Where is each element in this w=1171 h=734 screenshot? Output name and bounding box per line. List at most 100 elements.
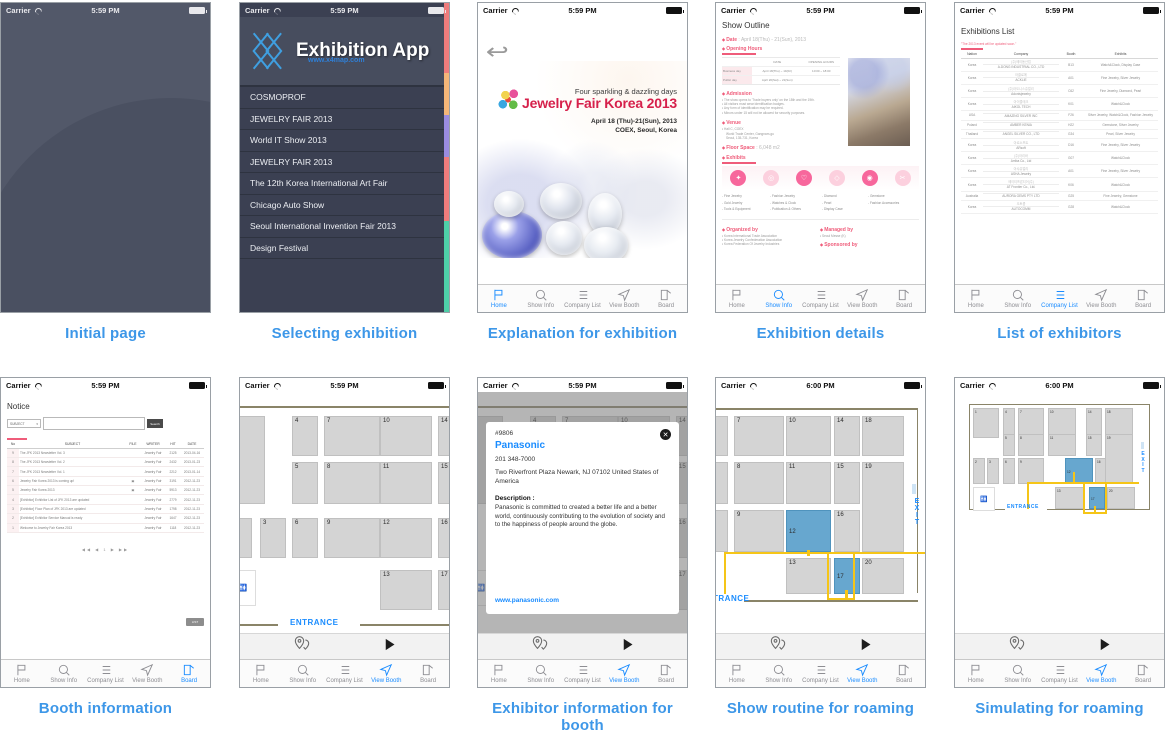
tab-view-booth[interactable]: View Booth: [603, 660, 645, 687]
booth-cell[interactable]: 1: [973, 408, 999, 438]
cell-subject[interactable]: The JFK 2013 Newsletter Vol. 2: [19, 457, 126, 468]
tab-view-booth[interactable]: View Booth: [1080, 660, 1122, 687]
map-pin-icon[interactable]: [530, 635, 550, 660]
booth-cell-selected[interactable]: 12: [786, 510, 831, 552]
booth-cell[interactable]: 16: [834, 510, 860, 552]
cell-subject[interactable]: Jewelry Fair Korea 2013: [19, 485, 126, 496]
booth-cell[interactable]: 10: [380, 416, 432, 456]
list-button[interactable]: LIST: [186, 618, 204, 626]
booth-cell[interactable]: 3: [260, 518, 286, 558]
list-item[interactable]: Design Festival: [240, 237, 449, 259]
booth-cell[interactable]: 11: [1048, 434, 1076, 456]
search-button[interactable]: Search: [147, 419, 163, 428]
map-pin-icon[interactable]: [1007, 635, 1027, 660]
close-icon[interactable]: ✕: [660, 429, 671, 440]
tab-home[interactable]: Home: [955, 660, 997, 687]
play-icon[interactable]: [620, 637, 635, 657]
table-row[interactable]: 4 [Exhibitor] Exhibitor List of JFK 2013 …: [7, 494, 204, 505]
play-icon[interactable]: [1097, 637, 1112, 657]
booth-cell[interactable]: 15: [1086, 434, 1102, 456]
tab-view-booth[interactable]: View Booth: [1080, 285, 1122, 312]
booth-map[interactable]: 3 4 5 6 7 8 9 10 11 12 13 14 15 16 17 🚻 …: [240, 392, 449, 634]
booth-cell[interactable]: [716, 510, 728, 552]
table-row[interactable]: Thailand ANGEL SILVER CO., LTD G34 Pearl, S…: [961, 129, 1158, 139]
tab-home[interactable]: Home: [1, 660, 43, 687]
tab-show-info[interactable]: Show Info: [282, 660, 324, 687]
tab-home[interactable]: Home: [478, 285, 520, 312]
booth-cell[interactable]: 10: [786, 416, 831, 456]
booth-cell[interactable]: 9: [734, 510, 784, 552]
booth-cell[interactable]: 18: [862, 416, 904, 456]
list-item[interactable]: JEWELRY FAIR 2013: [240, 108, 449, 130]
table-row[interactable]: 8 The JFK 2013 Newsletter Vol. 2 Jewelry F…: [7, 457, 204, 468]
table-row[interactable]: 9 The JFK 2013 Newsletter Vol. 3 Jewelry F…: [7, 448, 204, 458]
booth-cell[interactable]: 7: [734, 416, 784, 456]
table-row[interactable]: Korea 오토콤 AUTOCOMM G28 Watch&Clock: [961, 200, 1158, 215]
booth-cell[interactable]: 7: [324, 416, 380, 456]
tab-board[interactable]: Board: [168, 660, 210, 687]
cell-subject[interactable]: Jewelry Fair Korea 2013 is coming up!: [19, 476, 126, 487]
table-row[interactable]: Korea (주)아리바 Arriba Co., Ltd G07 Watch&Clock: [961, 151, 1158, 166]
table-row[interactable]: USA AMAZING SILVER INC F26 Silver Jewelry, …: [961, 110, 1158, 121]
table-row[interactable]: Korea 아이콜테크 AIKOL TECH K01 Watch&Clock: [961, 97, 1158, 112]
table-row[interactable]: 6 Jewelry Fair Korea 2013 is coming up! ▣ J…: [7, 476, 204, 487]
booth-cell[interactable]: 19: [862, 462, 904, 552]
search-field-select[interactable]: SUBJECT ▾: [7, 419, 41, 428]
tab-company-list[interactable]: Company List: [85, 660, 127, 687]
table-row[interactable]: 5 Jewelry Fair Korea 2013 ▣ Jewelry Fair 591…: [7, 485, 204, 496]
table-row[interactable]: Korea 아르소프트 ARsoft D16 Fine Jewelry, Silver …: [961, 138, 1158, 153]
booth-cell[interactable]: 17: [438, 570, 449, 610]
tab-company-list[interactable]: Company List: [800, 285, 842, 312]
tab-company-list[interactable]: Company List: [324, 660, 366, 687]
booth-cell[interactable]: 15: [834, 462, 860, 504]
booth-cell[interactable]: 8: [1018, 434, 1044, 456]
booth-cell[interactable]: [716, 462, 728, 504]
cell-subject[interactable]: The JFK 2013 Newsletter Vol. 1: [19, 466, 126, 477]
table-row[interactable]: Korea (주)에이동산업 A-DONG INDUSTRIAL CO., LTD B…: [961, 58, 1158, 72]
tab-show-info[interactable]: Show Info: [520, 660, 562, 687]
booth-cell[interactable]: 14: [438, 416, 449, 456]
tab-show-info[interactable]: Show Info: [520, 285, 562, 312]
booth-map-full[interactable]: 1 2 3 4 5 6 7 8 9 10 11 12 13 14 15 16 1…: [955, 392, 1164, 634]
booth-cell[interactable]: 20: [1107, 487, 1135, 509]
tab-show-info[interactable]: Show Info: [758, 660, 800, 687]
tab-view-booth[interactable]: View Booth: [841, 285, 883, 312]
booth-cell[interactable]: [240, 416, 265, 504]
booth-cell[interactable]: 6: [292, 518, 318, 558]
play-icon[interactable]: [382, 637, 397, 657]
booth-cell[interactable]: 14: [834, 416, 860, 456]
booth-cell[interactable]: 9: [1018, 458, 1044, 484]
scrollbar[interactable]: [444, 3, 449, 312]
pagination[interactable]: ◀◀ ◀ 1 ▶ ▶▶: [7, 547, 204, 552]
list-item[interactable]: COSMOPROF: [240, 87, 449, 109]
list-item[interactable]: World IT Show 2013: [240, 130, 449, 152]
booth-cell[interactable]: 8: [324, 462, 380, 504]
tab-show-info[interactable]: Show Info: [997, 285, 1039, 312]
table-row[interactable]: 2 [Exhibitor] Exhibitor Service Manual is…: [7, 513, 204, 524]
tab-view-booth[interactable]: View Booth: [365, 660, 407, 687]
tab-board[interactable]: Board: [1122, 285, 1164, 312]
cell-subject[interactable]: Welcome to Jewelry Fair Korea 2013: [19, 523, 126, 533]
search-input[interactable]: [43, 417, 145, 430]
booth-map-route[interactable]: 7 8 9 10 11 12 13 14 15 16 17 18 19 20 E…: [716, 392, 925, 634]
booth-cell[interactable]: 9: [324, 518, 380, 558]
booth-cell[interactable]: 3: [987, 458, 999, 484]
tab-board[interactable]: Board: [407, 660, 449, 687]
map-pin-icon[interactable]: [768, 635, 788, 660]
play-icon[interactable]: [858, 637, 873, 657]
table-row[interactable]: Korea 에이티프론티어(주) AT Frontier Co., Ltd. K06 W…: [961, 177, 1158, 192]
tab-board[interactable]: Board: [883, 285, 925, 312]
list-item[interactable]: The 12th Korea International Art Fair: [240, 173, 449, 195]
booth-cell[interactable]: 6: [1003, 458, 1015, 484]
tab-company-list[interactable]: Company List: [1039, 660, 1081, 687]
booth-cell[interactable]: 16: [438, 518, 449, 558]
tab-home[interactable]: Home: [240, 660, 282, 687]
tab-company-list[interactable]: Company List: [1039, 285, 1081, 312]
booth-cell[interactable]: 2: [973, 458, 985, 484]
booth-cell[interactable]: 5: [292, 462, 318, 504]
tab-company-list[interactable]: Company List: [562, 660, 604, 687]
map-pin-icon[interactable]: [292, 635, 312, 660]
tab-show-info[interactable]: Show Info: [758, 285, 800, 312]
booth-cell[interactable]: 8: [734, 462, 784, 504]
table-row[interactable]: 3 [Exhibitor] Floor Plan of JFK 2013 are …: [7, 504, 204, 515]
